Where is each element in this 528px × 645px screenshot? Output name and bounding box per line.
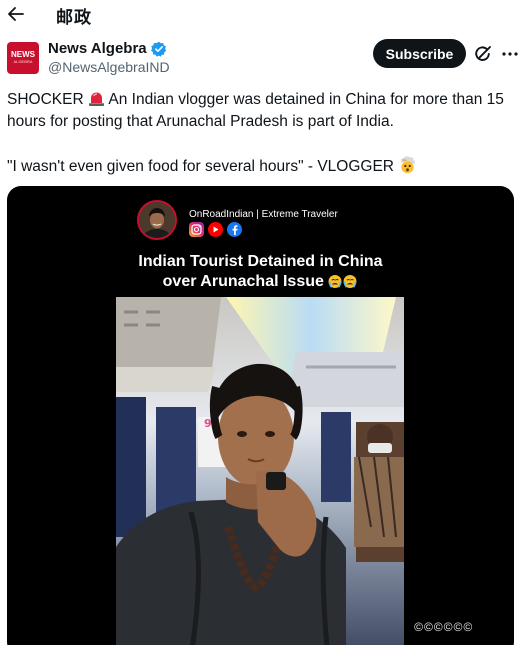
facebook-icon (227, 222, 242, 237)
tweet-quote: "I wasn't even given food for several ho… (7, 158, 395, 175)
video-title: Indian Tourist Detained in China over Ar… (7, 252, 514, 292)
verified-badge-icon (150, 41, 166, 57)
top-bar: 邮政 (0, 0, 528, 30)
author-name[interactable]: News Algebra (48, 40, 167, 57)
crying-face-emoji (328, 275, 357, 288)
logo-text: NEWS (11, 50, 35, 59)
channel-avatar-image (139, 202, 175, 238)
subscribe-button[interactable]: Subscribe (373, 39, 466, 68)
page-title: 邮政 (56, 8, 92, 28)
svg-text:9: 9 (204, 417, 212, 430)
tweet-paragraph: "I wasn't even given food for several ho… (7, 155, 519, 178)
more-icon (502, 52, 518, 56)
logo-subtext: ALGEBRA (13, 59, 33, 64)
video-thumbnail: 9 (116, 297, 404, 645)
video-media[interactable]: OnRoadIndian | Extreme Traveler Indian T… (7, 186, 514, 645)
back-button[interactable] (4, 3, 28, 25)
social-icons (189, 222, 242, 237)
author-handle[interactable]: @NewsAlgebraIND (48, 59, 170, 75)
author-avatar[interactable]: NEWS ALGEBRA (7, 42, 39, 74)
youtube-icon (208, 222, 223, 237)
arrow-left-icon (8, 7, 24, 21)
video-frame[interactable]: 9 (116, 297, 404, 645)
police-light-emoji (88, 92, 104, 106)
grok-icon (475, 46, 491, 61)
video-title-line: over Arunachal Issue (162, 273, 324, 290)
tweet-text: SHOCKER An Indian vlogger was detained i… (7, 89, 519, 178)
exploding-head-emoji (401, 156, 416, 174)
watermark: ©©©©©© (414, 620, 474, 634)
more-button[interactable] (500, 44, 520, 64)
tweet-text-part: SHOCKER (7, 91, 84, 108)
grok-button[interactable] (472, 43, 494, 65)
video-title-line: Indian Tourist Detained in China (138, 253, 383, 270)
channel-name: OnRoadIndian | Extreme Traveler (189, 209, 338, 220)
tweet-paragraph: SHOCKER An Indian vlogger was detained i… (7, 89, 519, 133)
instagram-icon (189, 222, 204, 237)
author-name-text: News Algebra (48, 40, 147, 57)
video-title-line-2: over Arunachal Issue (7, 272, 514, 292)
channel-avatar (137, 200, 177, 240)
